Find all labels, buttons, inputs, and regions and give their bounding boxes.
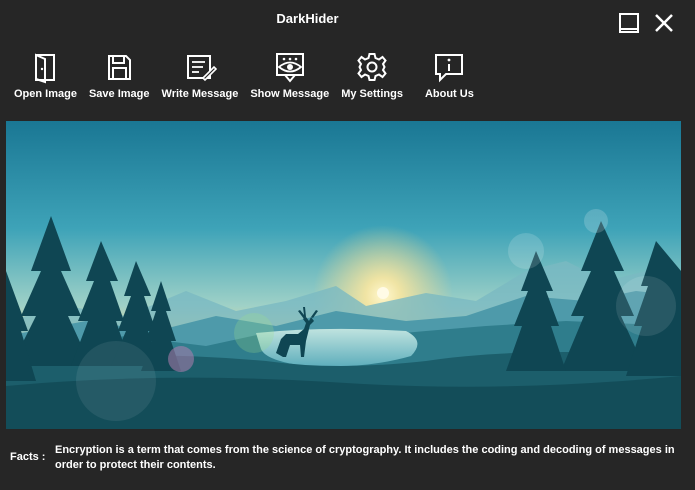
about-us-label: About Us [424,88,474,100]
app-window: DarkHider Open Image Save Image Write Me… [0,0,695,490]
gear-icon [357,53,387,81]
image-preview[interactable] [6,121,681,429]
open-image-button[interactable]: Open Image [8,50,83,110]
landscape-image [6,121,681,429]
write-message-button[interactable]: Write Message [156,50,245,110]
minimize-icon [619,13,639,33]
my-settings-button[interactable]: My Settings [335,50,409,110]
floppy-disk-icon [108,55,132,80]
open-door-icon [35,53,56,84]
facts-text: Encryption is a term that comes from the… [55,444,675,471]
facts-panel: Facts : Encryption is a term that comes … [10,440,682,480]
title-bar[interactable]: DarkHider [0,0,695,42]
eye-message-icon [275,53,304,83]
minimize-button[interactable] [616,10,642,36]
my-settings-label: My Settings [341,88,403,100]
about-us-button[interactable]: About Us [409,50,480,110]
write-document-icon [186,55,217,82]
close-icon [655,14,673,32]
info-bubble-icon [435,54,464,83]
open-image-label: Open Image [14,88,77,100]
toolbar: Open Image Save Image Write Message Show… [8,50,480,110]
window-title: DarkHider [276,11,339,26]
write-message-label: Write Message [161,88,239,100]
show-message-button[interactable]: Show Message [244,50,335,110]
show-message-label: Show Message [250,88,330,100]
save-image-button[interactable]: Save Image [83,50,156,110]
facts-label: Facts : [10,451,46,463]
save-image-label: Save Image [88,88,150,100]
close-button[interactable] [651,10,677,36]
